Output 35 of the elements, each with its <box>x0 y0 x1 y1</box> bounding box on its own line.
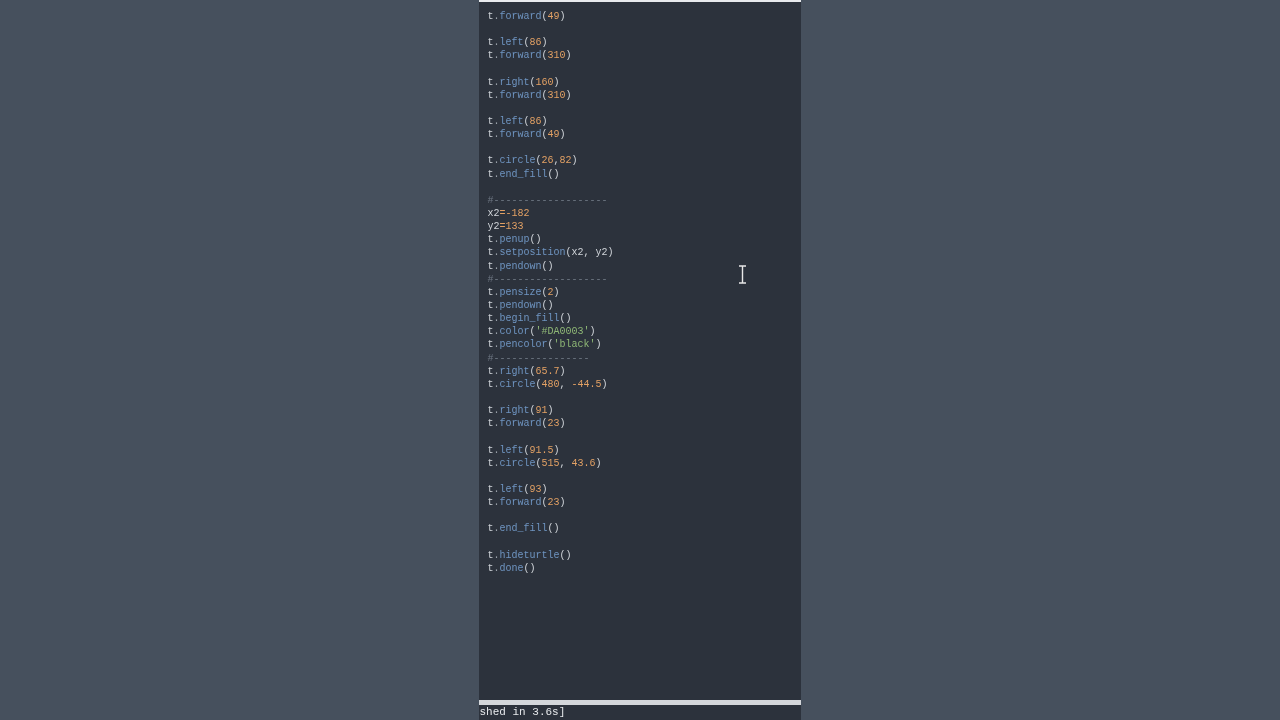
code-line: t.forward(23) <box>487 496 566 510</box>
text-cursor-icon <box>737 265 747 284</box>
code-line: t.circle(26,82) <box>487 154 578 168</box>
code-comment: #------------------- <box>487 193 608 208</box>
code-comment: #------------------- <box>487 272 608 286</box>
code-line: t.forward(23) <box>487 417 566 431</box>
code-line: x2=-182 <box>487 207 530 221</box>
code-line: t.left(93) <box>487 482 548 497</box>
code-line: t.forward(310) <box>487 49 572 63</box>
code-line: t.left(86) <box>487 115 548 129</box>
code-line: t.pensize(2) <box>487 285 560 299</box>
code-line: y2=133 <box>487 220 524 234</box>
code-line: t.penup() <box>487 233 542 247</box>
code-line: t.right(160) <box>487 75 560 89</box>
code-line: t.begin_fill() <box>487 312 572 326</box>
status-text: shed in 3.6s] <box>479 706 566 718</box>
code-line: t.pendown() <box>487 299 554 313</box>
code-line: t.color('#DA0003') <box>487 325 596 339</box>
code-line: t.end_fill() <box>487 522 560 536</box>
code-line: t.forward(310) <box>487 88 572 102</box>
code-line: t.left(86) <box>487 36 548 50</box>
code-line: t.done() <box>487 561 536 575</box>
code-line: t.circle(515, 43.6) <box>487 456 602 470</box>
code-line: t.right(65.7) <box>487 364 566 378</box>
code-line: t.forward(49) <box>487 128 566 142</box>
code-comment: #---------------- <box>487 351 590 365</box>
code-line: t.end_fill() <box>487 167 560 181</box>
code-line: t.right(91) <box>487 404 554 418</box>
code-line: t.setposition(x2, y2) <box>487 246 614 260</box>
code-line: t.pencolor('black') <box>487 338 602 352</box>
code-line: t.hideturtle() <box>487 548 572 562</box>
code-line: t.forward(49) <box>487 10 566 24</box>
code-line: t.left(91.5) <box>487 443 560 457</box>
code-line: t.circle(480, -44.5) <box>487 377 608 391</box>
code-line: t.pendown() <box>487 259 554 273</box>
